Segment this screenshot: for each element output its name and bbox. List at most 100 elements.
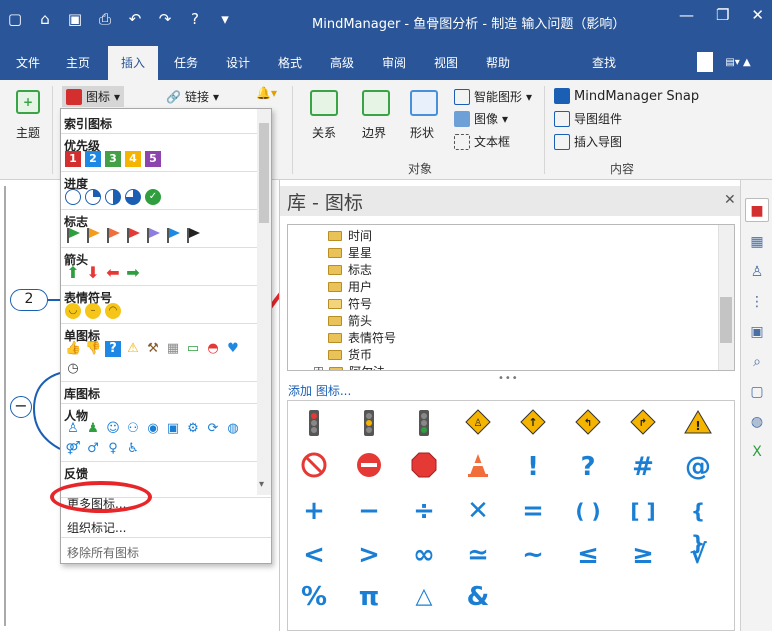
scroll-down-icon[interactable]: ▾ [259,479,264,490]
tree-scroll-thumb[interactable] [720,297,732,343]
tree-item[interactable]: 表情符号 [328,329,396,346]
plus-icon[interactable]: + [298,495,330,527]
task-info-icon[interactable]: ▦ [745,230,769,254]
organize-tags-item[interactable]: 组织标记... [67,519,126,536]
tilde-icon[interactable]: ~ [517,539,549,571]
menu-scrollbar[interactable] [257,109,271,495]
less-equal-icon[interactable]: ≤ [572,539,604,571]
progress-25-icon[interactable] [85,189,101,205]
hash-icon[interactable]: # [627,451,659,483]
delta-icon[interactable]: △ [408,581,440,613]
priority-2-icon[interactable]: 2 [85,151,101,167]
wheelchair-icon[interactable]: ♿ [125,441,141,457]
person-icon[interactable]: ♙ [65,421,81,437]
ampersand-icon[interactable]: & [462,581,494,613]
priority-1-icon[interactable]: 1 [65,151,81,167]
brackets-icon[interactable]: [ ] [627,495,659,527]
group-icon[interactable]: ☺ [105,421,121,437]
sync-people-icon[interactable]: ⟳ [205,421,221,437]
tree-item[interactable]: 箭头 [328,312,372,329]
clock-icon[interactable]: ◷ [65,361,81,377]
priority-3-icon[interactable]: 3 [105,151,121,167]
remove-all-icons-item[interactable]: 移除所有图标 [67,544,139,561]
traffic-light-green-icon[interactable] [408,409,440,441]
priority-5-icon[interactable]: 5 [145,151,161,167]
square-root-icon[interactable]: √ [682,539,714,571]
icons-panel-icon[interactable]: ■ [745,198,769,222]
red-flag-icon[interactable] [125,227,141,243]
progress-0-icon[interactable] [65,189,81,205]
approx-equal-icon[interactable]: ≃ [462,539,494,571]
equals-icon[interactable]: = [517,495,549,527]
expand-icon[interactable]: + [314,367,323,370]
warning-triangle-icon[interactable]: ! [682,409,714,441]
tree-item[interactable]: 星星 [328,244,372,261]
menu-scroll-thumb[interactable] [259,123,269,223]
tree-item[interactable]: 时间 [328,227,372,244]
tree-item[interactable]: +阿尔法 [314,363,385,370]
tree-item[interactable]: 货币 [328,346,372,363]
arrow-left-icon[interactable]: ⬅ [105,265,121,281]
excel-icon[interactable]: X [745,440,769,464]
purple-flag-icon[interactable] [145,227,161,243]
progress-done-icon[interactable]: ✓ [145,189,161,205]
at-sign-icon[interactable]: @ [682,451,714,483]
couple-icon[interactable]: ⚤ [65,441,81,457]
heart-icon[interactable]: ♥ [225,341,241,357]
tree-scrollbar[interactable] [718,225,734,370]
thumbs-up-icon[interactable]: 👍 [65,341,81,357]
man-icon[interactable]: ♂ [85,441,101,457]
money-icon[interactable]: ▭ [185,341,201,357]
black-flag-icon[interactable] [185,227,201,243]
merge-left-sign-icon[interactable]: ↰ [572,409,604,441]
thumbs-down-icon[interactable]: 👎 [85,341,101,357]
priority-4-icon[interactable]: 4 [125,151,141,167]
exclamation-icon[interactable]: ! [517,451,549,483]
calendar-icon[interactable]: ▦ [165,341,181,357]
greater-equal-icon[interactable]: ≥ [627,539,659,571]
outline-icon[interactable]: ▢ [745,380,769,404]
network-icon[interactable]: ⚙ [185,421,201,437]
percent-icon[interactable]: % [298,581,330,613]
stop-sign-icon[interactable] [408,451,440,483]
sad-face-icon[interactable]: ◠ [105,303,121,319]
question-icon[interactable]: ? [105,341,121,357]
braces-icon[interactable]: { } [682,495,714,555]
arrow-up-sign-icon[interactable]: ↑ [517,409,549,441]
person-circle-icon[interactable]: ◉ [145,421,161,437]
tree-item[interactable]: 用户 [328,278,372,295]
question-mark-icon[interactable]: ? [572,451,604,483]
red-orange-flag-icon[interactable] [105,227,121,243]
traffic-cone-icon[interactable] [462,451,494,483]
warning-icon[interactable]: ⚠ [125,341,141,357]
gavel-icon[interactable]: ⚒ [145,341,161,357]
resources-icon[interactable]: ♙ [745,260,769,284]
happy-face-icon[interactable]: ◡ [65,303,81,319]
contact-card-icon[interactable]: ▣ [165,421,181,437]
add-icons-link[interactable]: 添加 图标... [288,382,351,399]
blue-flag-icon[interactable] [165,227,181,243]
merge-right-sign-icon[interactable]: ↱ [627,409,659,441]
browser-icon[interactable]: ◍ [745,410,769,434]
progress-75-icon[interactable] [125,189,141,205]
multiply-icon[interactable]: ✕ [462,495,494,527]
traffic-light-red-icon[interactable] [298,409,330,441]
arrow-up-icon[interactable]: ⬆ [65,265,81,281]
parentheses-icon[interactable]: ( ) [572,495,604,527]
close-icon[interactable]: ✕ [724,192,736,208]
pedestrian-sign-icon[interactable]: ♙ [462,409,494,441]
team-icon[interactable]: ⚇ [125,421,141,437]
traffic-light-yellow-icon[interactable] [353,409,385,441]
pane-splitter[interactable]: ••• [498,373,519,384]
infinity-icon[interactable]: ∞ [408,539,440,571]
orange-flag-icon[interactable] [85,227,101,243]
progress-50-icon[interactable] [105,189,121,205]
search-icon[interactable]: ⌕ [745,350,769,374]
greater-than-icon[interactable]: > [353,539,385,571]
map-index-icon[interactable]: ⋮ [745,290,769,314]
person-green-icon[interactable]: ♟ [85,421,101,437]
tree-item[interactable]: 标志 [328,261,372,278]
no-entry-icon[interactable] [353,451,385,483]
neutral-face-icon[interactable]: – [85,303,101,319]
library-icon[interactable]: ▣ [745,320,769,344]
